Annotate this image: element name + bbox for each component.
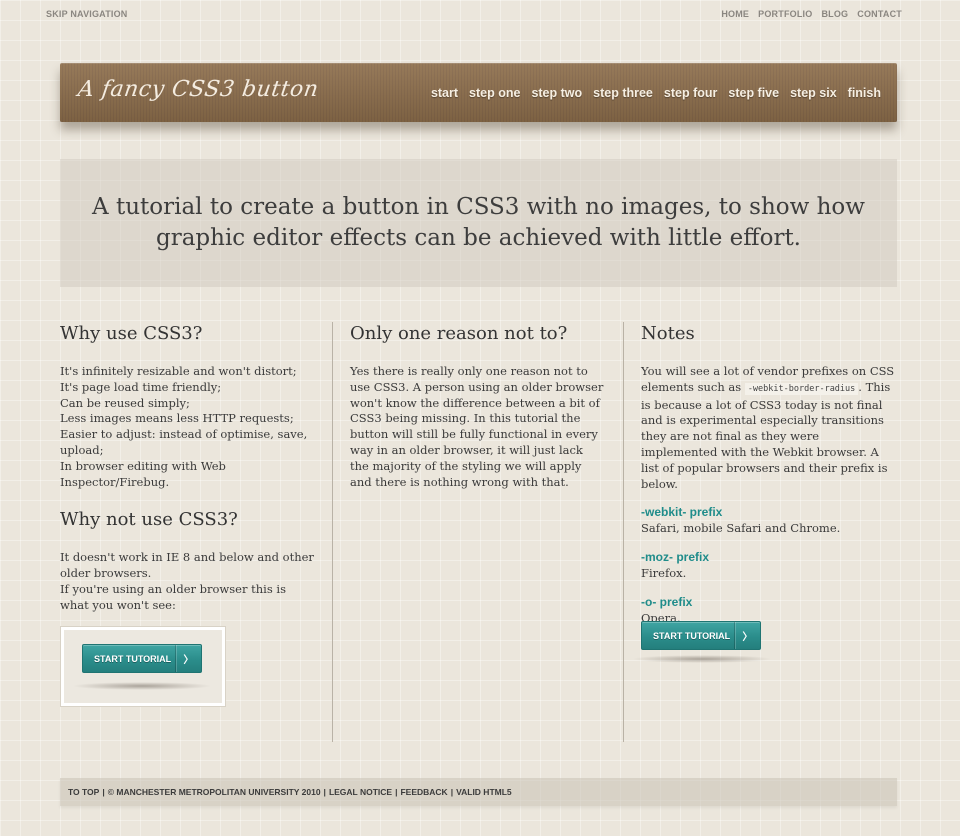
column-divider — [623, 322, 624, 742]
legal-notice-link[interactable]: LEGAL NOTICE — [329, 787, 392, 797]
list-item: It's infinitely resizable and won't dist… — [60, 364, 297, 378]
prefix-moz: -moz- prefix — [641, 550, 710, 565]
start-tutorial-button-preview[interactable]: START TUTORIAL 〉 — [82, 644, 202, 673]
why-not-text-2: If you're using an older browser this is… — [60, 581, 286, 612]
top-nav-contact[interactable]: CONTACT — [857, 9, 902, 19]
nav-start[interactable]: start — [431, 86, 458, 100]
top-nav: HOME PORTFOLIO BLOG CONTACT — [721, 9, 902, 19]
top-nav-home[interactable]: HOME — [721, 9, 749, 19]
main-nav: start step one step two step three step … — [431, 86, 881, 100]
prefix-list: -webkit- prefix Safari, mobile Safari an… — [641, 504, 896, 626]
code-snippet: -webkit-border-radius — [744, 382, 859, 395]
why-use-heading: Why use CSS3? — [60, 323, 203, 344]
why-not-text: It doesn't work in IE 8 and below and ot… — [60, 550, 314, 581]
nav-step-five[interactable]: step five — [728, 86, 779, 100]
skip-navigation-link[interactable]: SKIP NAVIGATION — [46, 9, 128, 19]
chevron-right-icon: 〉 — [175, 645, 201, 672]
footer-bar: TO TOP | © MANCHESTER METROPOLITAN UNIVE… — [60, 778, 897, 806]
copyright: © MANCHESTER METROPOLITAN UNIVERSITY 201… — [107, 787, 321, 797]
prefix-moz-desc: Firefox. — [641, 566, 687, 581]
notes-text-b: . This is because a lot of CSS3 today is… — [641, 379, 891, 491]
button-preview-frame: START TUTORIAL 〉 — [61, 627, 225, 706]
valid-html5-link[interactable]: VALID HTML5 — [456, 787, 512, 797]
list-item: It's page load time friendly; — [60, 379, 222, 394]
one-reason-heading: Only one reason not to? — [350, 323, 568, 344]
column-divider — [332, 322, 333, 742]
button-shadow — [632, 655, 772, 663]
why-use-column: Why use CSS3? It's infinitely resizable … — [60, 322, 315, 614]
nav-step-two[interactable]: step two — [531, 86, 582, 100]
site-logo[interactable]: A fancy CSS3 button — [76, 77, 320, 102]
feedback-link[interactable]: FEEDBACK — [400, 787, 447, 797]
button-label: START TUTORIAL — [94, 653, 172, 664]
chevron-right-icon: 〉 — [734, 622, 760, 649]
list-item: Easier to adjust: instead of optimise, s… — [60, 427, 308, 457]
start-tutorial-button[interactable]: START TUTORIAL 〉 — [641, 621, 761, 650]
to-top-link[interactable]: TO TOP — [68, 787, 99, 797]
prefix-o: -o- prefix — [641, 594, 693, 609]
notes-heading: Notes — [641, 323, 695, 344]
prefix-webkit: -webkit- prefix — [641, 505, 723, 520]
one-reason-text: Yes there is really only one reason not … — [350, 364, 604, 489]
reasons-list: It's infinitely resizable and won't dist… — [60, 364, 315, 490]
top-nav-blog[interactable]: BLOG — [821, 9, 848, 19]
notes-column: Notes You will see a lot of vendor prefi… — [641, 322, 896, 627]
nav-step-one[interactable]: step one — [469, 86, 520, 100]
list-item: Less images means less HTTP requests; — [60, 411, 294, 426]
nav-step-six[interactable]: step six — [790, 86, 837, 100]
nav-finish[interactable]: finish — [848, 86, 881, 100]
button-label: START TUTORIAL — [653, 630, 731, 641]
intro-panel: A tutorial to create a button in CSS3 wi… — [60, 159, 897, 287]
separator: | — [102, 787, 105, 797]
nav-step-three[interactable]: step three — [593, 86, 653, 100]
separator: | — [450, 787, 454, 797]
list-item: Can be reused simply; — [60, 395, 190, 410]
why-not-heading: Why not use CSS3? — [60, 509, 238, 531]
list-item: In browser editing with Web Inspector/Fi… — [60, 458, 226, 489]
separator: | — [323, 787, 326, 797]
prefix-webkit-desc: Safari, mobile Safari and Chrome. — [641, 521, 841, 536]
intro-text: A tutorial to create a button in CSS3 wi… — [92, 194, 865, 251]
separator: | — [395, 787, 398, 797]
utility-bar: SKIP NAVIGATION HOME PORTFOLIO BLOG CONT… — [0, 0, 960, 27]
header-banner: A fancy CSS3 button start step one step … — [60, 63, 897, 122]
top-nav-portfolio[interactable]: PORTFOLIO — [758, 9, 812, 19]
notes-text: You will see a lot of vendor prefixes on… — [641, 364, 896, 492]
button-shadow — [72, 682, 212, 690]
nav-step-four[interactable]: step four — [664, 86, 717, 100]
one-reason-column: Only one reason not to? Yes there is rea… — [350, 322, 605, 490]
